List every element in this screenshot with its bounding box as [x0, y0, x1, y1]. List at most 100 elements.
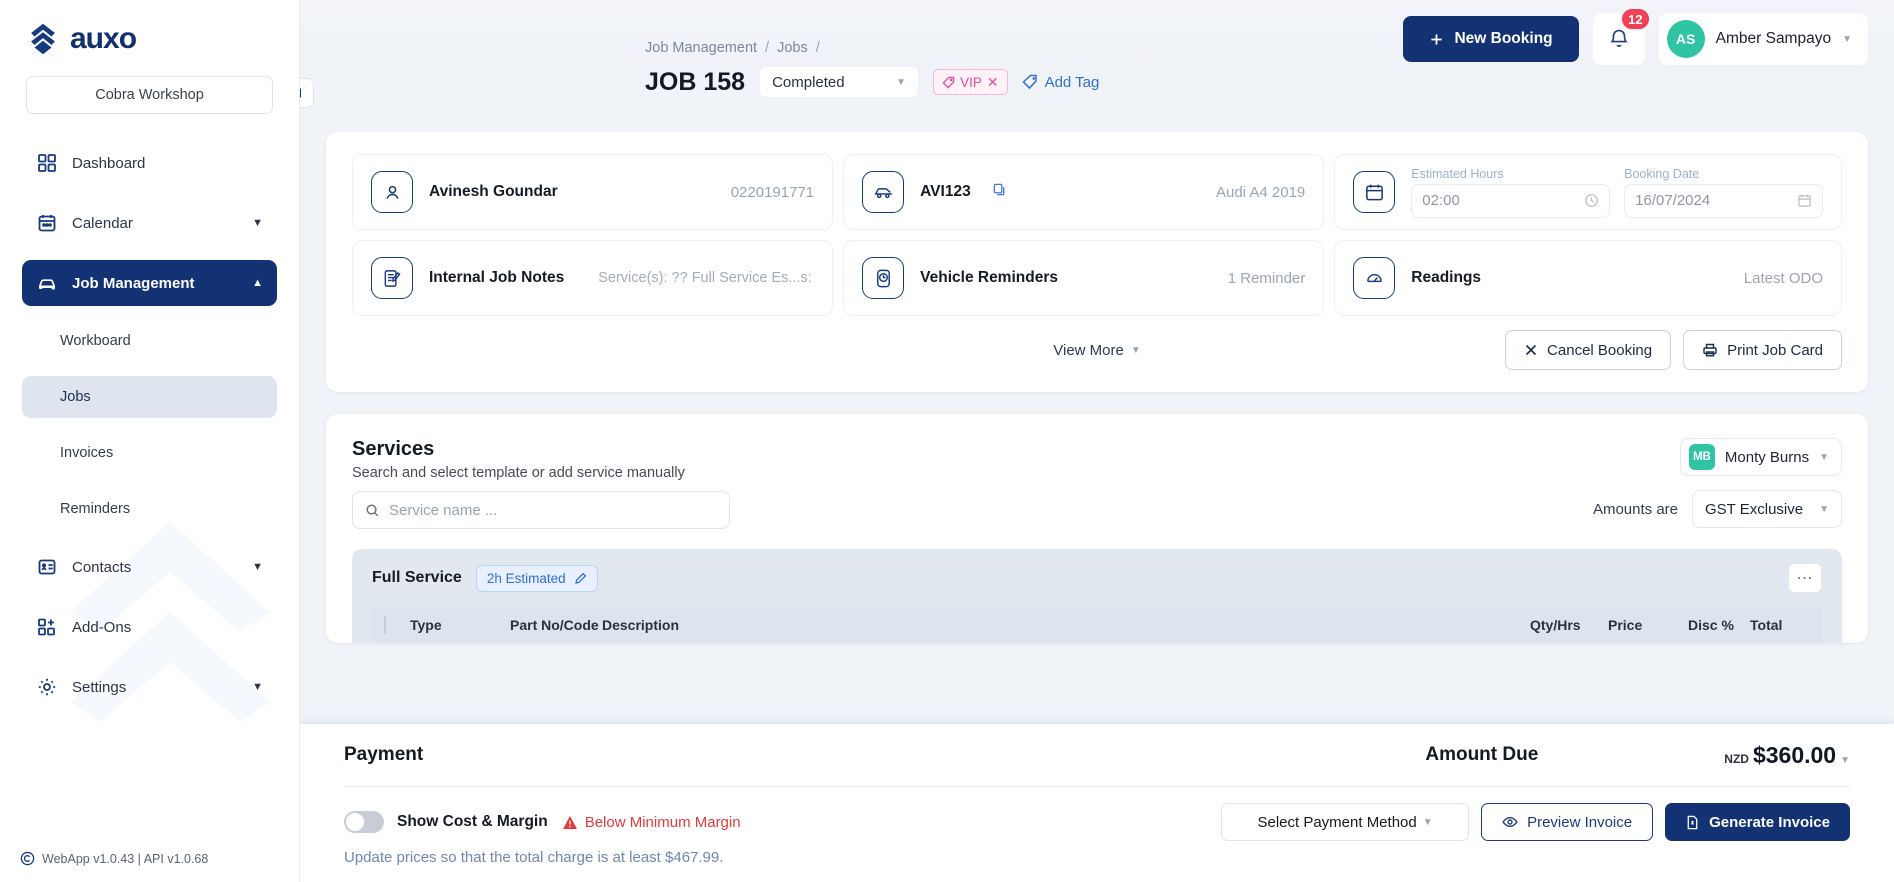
page-title: JOB 158: [645, 67, 746, 96]
payment-action-buttons: Select Payment Method ▼ Preview Invoice: [1221, 803, 1850, 841]
job-status-value: Completed: [772, 73, 845, 91]
version-text: WebApp v1.0.43 | API v1.0.68: [42, 851, 209, 866]
sidebar-item-invoices[interactable]: Invoices: [22, 432, 277, 474]
copy-icon[interactable]: [993, 183, 1006, 201]
internal-job-notes-card[interactable]: Internal Job Notes Service(s): ?? Full S…: [352, 240, 834, 316]
column-header-price: Price: [1608, 617, 1643, 633]
tag-label: VIP: [960, 74, 982, 90]
details-cards-row-2: Internal Job Notes Service(s): ?? Full S…: [352, 240, 1842, 316]
estimated-hours-input[interactable]: 02:00: [1411, 183, 1611, 218]
gauge-icon: [1353, 257, 1396, 299]
breadcrumb-item-jobs[interactable]: Jobs: [777, 40, 808, 56]
gst-mode-value: GST Exclusive: [1705, 500, 1804, 518]
services-header: Services Search and select template or a…: [352, 438, 1842, 529]
column-header-part-no: Part No/Code: [510, 617, 599, 633]
user-menu[interactable]: AS Amber Sampayo ▼: [1658, 13, 1868, 65]
view-more-label: View More: [1053, 341, 1124, 359]
sidebar-item-add-ons[interactable]: Add-Ons: [22, 604, 277, 650]
chevron-down-icon: ▼: [1842, 33, 1852, 45]
payment-title: Payment: [344, 744, 424, 765]
service-name: Full Service: [372, 569, 462, 586]
sidebar-item-jobs[interactable]: Jobs: [22, 376, 277, 418]
sidebar-item-contacts[interactable]: Contacts ▼: [22, 544, 277, 590]
service-search-placeholder: Service name ...: [389, 501, 498, 519]
sidebar-item-calendar[interactable]: Calendar ▼: [22, 200, 277, 246]
amount-due-number: $360.00: [1752, 741, 1837, 768]
preview-invoice-button[interactable]: Preview Invoice: [1481, 803, 1654, 841]
column-header-disc: Disc %: [1688, 617, 1734, 633]
assignee-select[interactable]: MB Monty Burns ▼: [1679, 438, 1842, 476]
column-header-total: Total: [1750, 617, 1783, 633]
add-tag-button[interactable]: Add Tag: [1021, 73, 1100, 91]
app-root: auxo Cobra Workshop Dashboard Calendar ▼…: [0, 0, 1894, 882]
vehicle-card[interactable]: AVI123 Audi A4 2019: [843, 154, 1325, 230]
sidebar-item-job-management[interactable]: Job Management ▲: [22, 260, 277, 306]
select-all-checkbox-cell: [384, 616, 410, 634]
service-estimate-chip[interactable]: 2h Estimated: [475, 564, 598, 592]
chevron-up-icon: ▲: [252, 277, 263, 289]
new-booking-button[interactable]: New Booking: [1403, 16, 1579, 62]
generate-invoice-button[interactable]: Generate Invoice: [1665, 803, 1850, 841]
margin-warning: Below Minimum Margin: [562, 814, 741, 831]
sidebar-item-reminders[interactable]: Reminders: [22, 488, 277, 530]
sidebar-item-workboard[interactable]: Workboard: [22, 320, 277, 362]
add-tag-label: Add Tag: [1044, 73, 1100, 91]
booking-date-input[interactable]: 16/07/2024: [1624, 183, 1823, 218]
car-icon: [36, 272, 58, 294]
sidebar-item-label: Add-Ons: [72, 618, 132, 636]
assignee-name: Monty Burns: [1724, 448, 1810, 466]
estimated-hours-value: 02:00: [1422, 192, 1460, 209]
service-more-options-button[interactable]: ⋯: [1788, 563, 1822, 593]
chevron-down-icon: ▼: [1819, 451, 1829, 463]
services-title: Services: [352, 438, 435, 460]
service-search-input[interactable]: Service name ...: [352, 491, 730, 529]
sidebar-item-label: Job Management: [72, 274, 195, 292]
contact-card-icon: [36, 556, 58, 578]
cancel-booking-button[interactable]: Cancel Booking: [1505, 330, 1672, 370]
customer-name: Avinesh Goundar: [429, 183, 558, 200]
sidebar-item-dashboard[interactable]: Dashboard: [22, 140, 277, 186]
sidebar-item-label: Calendar: [72, 214, 133, 232]
customer-card[interactable]: Avinesh Goundar 0220191771: [352, 154, 834, 230]
readings-card[interactable]: Readings Latest ODO: [1334, 240, 1842, 316]
workshop-selector[interactable]: Cobra Workshop: [26, 76, 273, 114]
estimated-hours-label: Estimated Hours: [1411, 166, 1504, 181]
sidebar-item-settings[interactable]: Settings ▼: [22, 664, 277, 710]
print-job-card-button[interactable]: Print Job Card: [1683, 330, 1842, 370]
amount-due-value[interactable]: NZD $360.00 ▼: [1724, 742, 1850, 769]
notes-preview: Service(s): ?? Full Service Es...s:: [598, 270, 812, 286]
assignee-avatar: MB: [1688, 444, 1715, 470]
show-cost-margin-label: Show Cost & Margin: [397, 813, 548, 830]
calendar-icon: [36, 212, 58, 234]
notifications-button[interactable]: 12: [1592, 7, 1651, 65]
printer-icon: [1703, 343, 1717, 357]
breadcrumb: Job Management / Jobs /: [645, 40, 820, 56]
chevron-down-icon: ▼: [1422, 816, 1433, 828]
sidebar-collapse-button[interactable]: [300, 78, 314, 108]
services-header-left: Services Search and select template or a…: [352, 438, 730, 529]
gst-mode-select[interactable]: GST Exclusive ▼: [1692, 490, 1842, 528]
generate-invoice-label: Generate Invoice: [1709, 813, 1830, 831]
tag-vip[interactable]: VIP ✕: [933, 69, 1008, 95]
select-payment-method-button[interactable]: Select Payment Method ▼: [1221, 803, 1470, 841]
job-status-select[interactable]: Completed ▼: [759, 66, 920, 98]
vehicle-reminders-card[interactable]: Vehicle Reminders 1 Reminder: [843, 240, 1325, 316]
schedule-card: Estimated Hours 02:00 Booking Date 16/07…: [1334, 154, 1842, 230]
view-more-button[interactable]: View More ▼: [1053, 342, 1141, 359]
reminder-clock-icon: [862, 257, 905, 299]
breadcrumb-item-job-management[interactable]: Job Management: [645, 40, 757, 56]
chevron-down-icon: ▼: [1130, 344, 1141, 356]
sidebar-subitem-label: Jobs: [60, 389, 91, 405]
column-header-qty-hrs: Qty/Hrs: [1530, 617, 1581, 633]
brand-logo[interactable]: auxo: [0, 0, 299, 56]
select-all-checkbox[interactable]: [384, 616, 386, 634]
sidebar-subitem-label: Reminders: [60, 501, 131, 517]
margin-warning-text: Below Minimum Margin: [584, 813, 741, 831]
clock-icon: [1585, 194, 1599, 207]
show-cost-margin-toggle[interactable]: [344, 811, 384, 833]
close-icon[interactable]: ✕: [987, 74, 999, 91]
avatar: AS: [1666, 20, 1705, 58]
job-details-panel: Avinesh Goundar 0220191771 AVI123 Audi A…: [326, 132, 1868, 392]
payment-bar: Payment Amount Due NZD $360.00 ▼ Show Co…: [300, 724, 1894, 882]
add-tag-icon: [1021, 74, 1037, 90]
